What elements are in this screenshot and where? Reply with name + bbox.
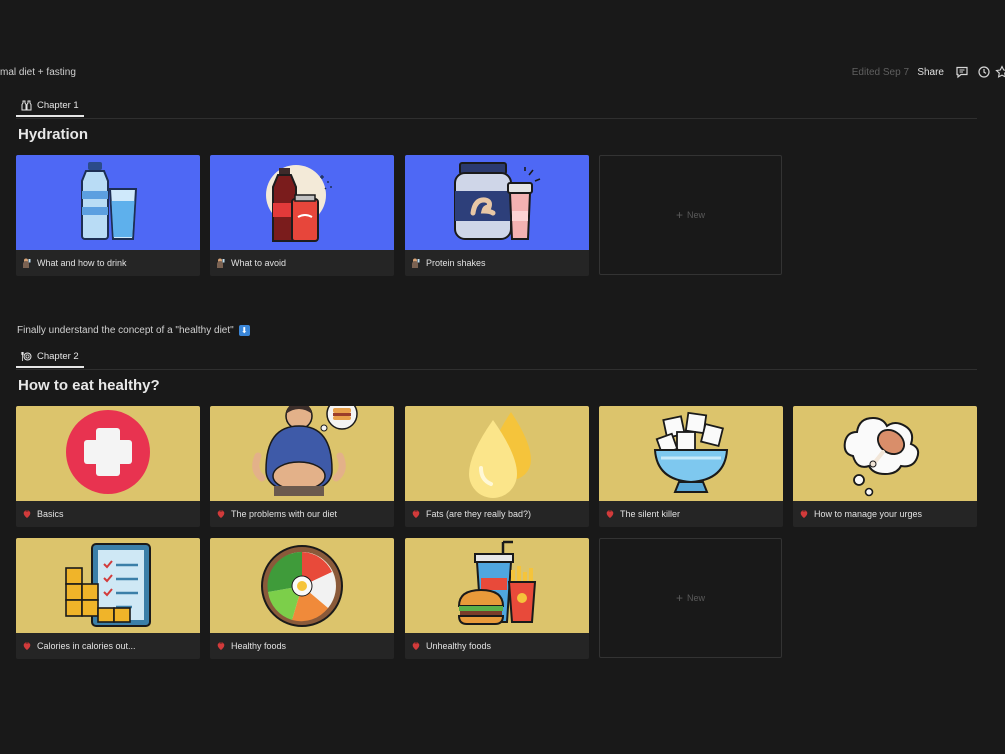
person-drinking-icon <box>217 258 225 268</box>
new-card-button-chapter1[interactable]: + New <box>599 155 782 275</box>
bottle-icon <box>21 100 32 111</box>
card-caption: How to manage your urges <box>799 507 973 521</box>
craving-thought-icon <box>843 416 920 497</box>
card-healthy-foods[interactable]: Healthy foods <box>210 538 394 659</box>
card-cover <box>599 406 783 501</box>
arrow-down-icon: ⬇ <box>238 325 250 336</box>
share-button[interactable]: Share <box>917 67 944 78</box>
card-caption: Protein shakes <box>411 256 585 270</box>
card-cover <box>16 155 200 250</box>
card-caption: Unhealthy foods <box>411 639 585 653</box>
card-title: Fats (are they really bad?) <box>426 509 532 519</box>
card-cover <box>405 406 589 501</box>
oil-drops-icon <box>469 412 531 498</box>
card-caption: What and how to drink <box>22 256 196 270</box>
card-title: The problems with our diet <box>231 509 338 519</box>
card-what-to-avoid[interactable]: What to avoid <box>210 155 394 276</box>
card-title: Healthy foods <box>231 641 287 651</box>
card-fats[interactable]: Fats (are they really bad?) <box>405 406 589 527</box>
card-title: Calories in calories out... <box>37 641 136 651</box>
card-cover <box>210 155 394 250</box>
healthy-bowl-icon <box>261 545 343 627</box>
card-title: Unhealthy foods <box>426 641 492 651</box>
card-cover <box>405 538 589 633</box>
card-caption: Calories in calories out... <box>22 639 196 653</box>
breadcrumb[interactable]: mal diet + fasting <box>0 67 76 78</box>
card-how-to-manage-your-urges[interactable]: How to manage your urges <box>793 406 977 527</box>
soda-bottle-can-icon <box>266 165 332 242</box>
tab-chapter-1[interactable]: Chapter 1 <box>16 96 84 117</box>
card-caption: Healthy foods <box>216 639 390 653</box>
overweight-person-icon <box>252 406 358 496</box>
card-caption: What to avoid <box>216 256 390 270</box>
card-cover <box>210 406 394 501</box>
edited-timestamp: Edited Sep 7 <box>851 67 909 78</box>
card-what-and-how-to-drink[interactable]: What and how to drink <box>16 155 200 276</box>
card-unhealthy-foods[interactable]: Unhealthy foods <box>405 538 589 659</box>
plus-icon: + <box>675 591 683 605</box>
fast-food-icon <box>457 540 537 625</box>
card-title: What and how to drink <box>37 258 127 268</box>
anatomical-heart-icon <box>217 510 225 518</box>
new-card-button-chapter2[interactable]: + New <box>599 538 782 658</box>
card-title: How to manage your urges <box>814 509 923 519</box>
new-label: New <box>687 593 706 603</box>
anatomical-heart-icon <box>800 510 808 518</box>
sugar-cubes-bowl-icon <box>653 411 729 493</box>
anatomical-heart-icon <box>23 510 31 518</box>
card-title: Basics <box>37 509 64 519</box>
card-cover <box>16 406 200 501</box>
section-note: Finally understand the concept of a "hea… <box>17 325 250 336</box>
protein-jar-shaker-icon <box>454 162 541 240</box>
anatomical-heart-icon <box>412 642 420 650</box>
anatomical-heart-icon <box>217 642 225 650</box>
card-caption: Fats (are they really bad?) <box>411 507 585 521</box>
card-the-problems-with-our-diet[interactable]: The problems with our diet <box>210 406 394 527</box>
person-drinking-icon <box>412 258 420 268</box>
chapter2-tab-bar: Chapter 2 <box>16 347 977 370</box>
anatomical-heart-icon <box>412 510 420 518</box>
card-title: Protein shakes <box>426 258 486 268</box>
card-calories-in-calories-out[interactable]: Calories in calories out... <box>16 538 200 659</box>
chapter1-tab-bar: Chapter 1 <box>16 96 977 119</box>
card-caption: The silent killer <box>605 507 779 521</box>
anatomical-heart-icon <box>606 510 614 518</box>
comment-icon[interactable] <box>955 65 969 79</box>
card-caption: Basics <box>22 507 196 521</box>
card-caption: The problems with our diet <box>216 507 390 521</box>
section-heading-how-to-eat-healthy: How to eat healthy? <box>18 377 160 394</box>
card-protein-shakes[interactable]: Protein shakes <box>405 155 589 276</box>
new-label: New <box>687 210 706 220</box>
clock-icon[interactable] <box>977 65 991 79</box>
card-title: What to avoid <box>231 258 287 268</box>
plus-icon: + <box>675 208 683 222</box>
plate-cutlery-icon <box>21 352 32 361</box>
card-basics[interactable]: Basics <box>16 406 200 527</box>
tab-chapter-2[interactable]: Chapter 2 <box>16 347 84 368</box>
card-cover <box>793 406 977 501</box>
water-bottle-glass-icon <box>81 162 138 240</box>
anatomical-heart-icon <box>23 642 31 650</box>
tab-label: Chapter 2 <box>37 351 79 362</box>
section-heading-hydration: Hydration <box>18 126 89 143</box>
medical-cross-icon <box>66 410 150 494</box>
card-title: The silent killer <box>620 509 681 519</box>
card-cover <box>16 538 200 633</box>
checklist-boxes-icon <box>65 543 151 627</box>
star-icon[interactable] <box>995 65 1005 79</box>
card-the-silent-killer[interactable]: The silent killer <box>599 406 783 527</box>
top-bar: mal diet + fasting Edited Sep 7 Share <box>0 62 1005 84</box>
note-text: Finally understand the concept of a "hea… <box>17 325 234 336</box>
card-cover <box>210 538 394 633</box>
person-drinking-icon <box>23 258 31 268</box>
card-cover <box>405 155 589 250</box>
tab-label: Chapter 1 <box>37 100 79 111</box>
